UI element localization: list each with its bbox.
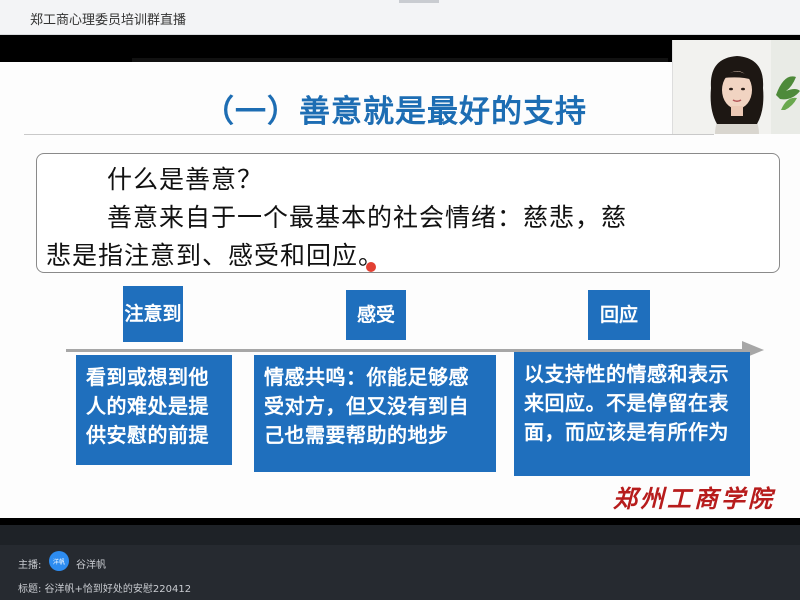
slide-headline: （一）善意就是最好的支持	[203, 94, 587, 130]
stage-feel: 感受	[346, 290, 406, 340]
host-name: 谷洋帆	[76, 560, 106, 571]
question-text: 什么是善意？	[107, 165, 264, 194]
stage-notice-description: 看到或想到他人的难处是提供安慰的前提	[76, 355, 232, 465]
stage-notice: 注意到	[123, 286, 183, 342]
presenter-video-icon	[673, 40, 800, 134]
definition-line-1: 善意来自于一个最基本的社会情绪：慈悲，慈	[107, 203, 628, 232]
presenter-camera	[672, 40, 800, 134]
stage-respond: 回应	[588, 290, 650, 340]
avatar-text: 洋帆	[52, 558, 65, 566]
definition-line-2: 悲是指注意到、感受和回应。	[46, 241, 385, 270]
title-bar: 郑工商心理委员培训群直播	[0, 0, 800, 35]
stream-subject: 标题: 谷洋帆+恰到好处的安慰220412	[18, 584, 192, 595]
host-label: 主播:	[18, 560, 42, 571]
headline-divider	[24, 134, 714, 135]
stage-respond-description: 以支持性的情感和表示来回应。不是停留在表面，而应该是有所作为	[514, 352, 750, 476]
pointer-cursor-icon	[366, 262, 376, 272]
school-watermark-logo: 郑州工商学院	[613, 484, 775, 513]
host-avatar[interactable]: 洋帆	[49, 551, 69, 571]
top-drag-indicator	[399, 0, 439, 3]
live-info-bar: 主播: 洋帆 谷洋帆 标题: 谷洋帆+恰到好处的安慰220412	[0, 545, 800, 600]
stage-feel-description: 情感共鸣：你能足够感受对方，但又没有到自己也需要帮助的地步	[254, 355, 496, 472]
definition-box: 什么是善意？ 善意来自于一个最基本的社会情绪：慈悲，慈 悲是指注意到、感受和回应…	[36, 153, 780, 273]
window-title: 郑工商心理委员培训群直播	[30, 13, 187, 28]
